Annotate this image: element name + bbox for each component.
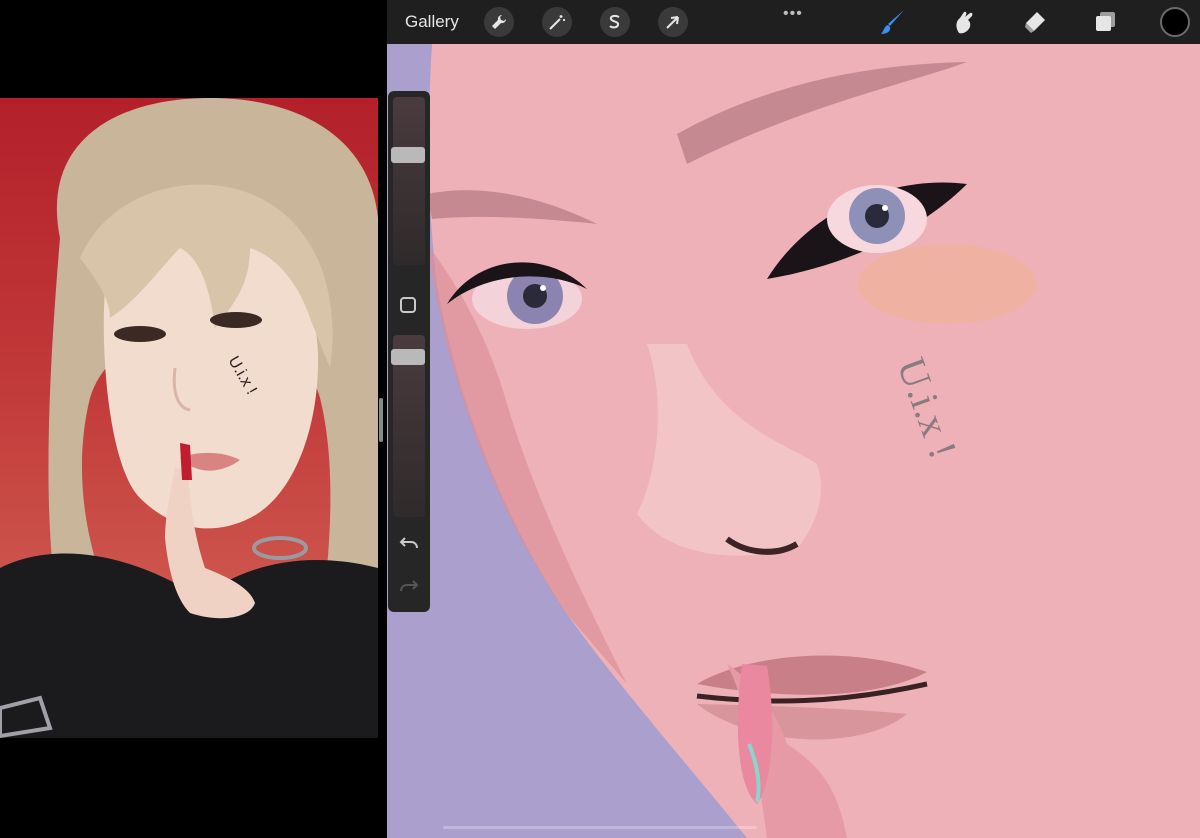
top-toolbar: Gallery ••• bbox=[387, 0, 1200, 44]
more-options-button[interactable]: ••• bbox=[783, 5, 803, 23]
wrench-icon bbox=[492, 14, 507, 29]
reference-photo: U.i.x ! bbox=[0, 98, 378, 738]
redo-icon[interactable] bbox=[398, 575, 420, 597]
opacity-thumb[interactable] bbox=[391, 349, 425, 365]
modify-button[interactable] bbox=[400, 297, 416, 313]
home-indicator bbox=[443, 826, 757, 829]
reference-photo-panel[interactable]: U.i.x ! bbox=[0, 98, 378, 738]
eraser-button[interactable] bbox=[1019, 6, 1051, 38]
brush-size-slider[interactable] bbox=[393, 97, 425, 265]
smudge-button[interactable] bbox=[948, 6, 980, 38]
split-view-handle[interactable] bbox=[379, 398, 383, 442]
drawing-canvas[interactable]: U.i.x ! bbox=[387, 44, 1200, 838]
artwork: U.i.x ! bbox=[427, 44, 1200, 838]
layers-button[interactable] bbox=[1089, 6, 1121, 38]
brush-button[interactable] bbox=[877, 6, 909, 38]
brush-icon bbox=[881, 10, 904, 34]
magic-wand-icon bbox=[549, 15, 565, 30]
brush-size-thumb[interactable] bbox=[391, 147, 425, 163]
selection-s-icon bbox=[609, 14, 620, 29]
arrow-cursor-icon bbox=[666, 16, 679, 29]
transform-button[interactable] bbox=[658, 7, 688, 37]
layers-icon bbox=[1096, 12, 1115, 31]
undo-icon[interactable] bbox=[398, 532, 420, 554]
color-picker-button[interactable] bbox=[1160, 7, 1190, 37]
gallery-button[interactable]: Gallery bbox=[405, 0, 459, 44]
sidebar bbox=[388, 91, 430, 612]
actions-button[interactable] bbox=[484, 7, 514, 37]
selection-button[interactable] bbox=[600, 7, 630, 37]
adjustments-button[interactable] bbox=[542, 7, 572, 37]
eraser-icon bbox=[1025, 12, 1045, 33]
smudge-icon bbox=[956, 11, 973, 34]
